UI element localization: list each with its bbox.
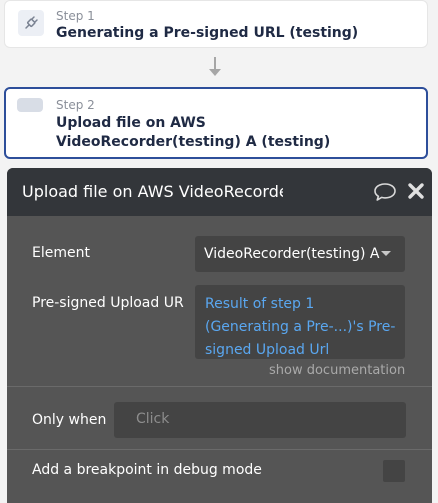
- element-dropdown-value: VideoRecorder(testing) A: [204, 246, 380, 262]
- show-documentation-link[interactable]: show documentation: [269, 363, 405, 378]
- plug-icon: [18, 10, 44, 36]
- breakpoint-checkbox[interactable]: [383, 460, 405, 482]
- step-2-card[interactable]: Step 2 Upload file on AWS VideoRecorder(…: [4, 87, 428, 159]
- presigned-url-label: Pre-signed Upload URL: [32, 295, 184, 311]
- panel-header: Upload file on AWS VideoRecorder(testing…: [7, 168, 432, 216]
- only-when-placeholder: Click: [136, 411, 170, 427]
- step-2-number: Step 2: [56, 98, 95, 112]
- comment-icon[interactable]: [373, 182, 397, 202]
- only-when-condition-input[interactable]: Click: [114, 402, 406, 438]
- element-label: Element: [32, 245, 90, 261]
- step-1-title: Generating a Pre-signed URL (testing): [56, 25, 359, 41]
- only-when-label: Only when: [32, 412, 107, 428]
- arrow-down-icon: [209, 69, 221, 76]
- step-1-number: Step 1: [56, 9, 95, 23]
- action-properties-panel: Upload file on AWS VideoRecorder(testing…: [7, 168, 432, 503]
- close-icon[interactable]: [407, 182, 425, 200]
- section-divider: [7, 386, 432, 387]
- presigned-url-expression-field[interactable]: Result of step 1 (Generating a Pre-...)'…: [195, 285, 405, 359]
- placeholder-icon: [17, 98, 43, 112]
- element-dropdown[interactable]: VideoRecorder(testing) A: [195, 236, 405, 272]
- breakpoint-label: Add a breakpoint in debug mode: [32, 462, 262, 478]
- panel-title: Upload file on AWS VideoRecorder(testing…: [22, 182, 283, 201]
- chevron-down-icon: [381, 251, 391, 256]
- step-2-title: Upload file on AWS VideoRecorder(testing…: [56, 115, 331, 150]
- presigned-url-expression[interactable]: Result of step 1 (Generating a Pre-...)'…: [205, 293, 397, 362]
- section-divider: [7, 449, 432, 450]
- step-1-card[interactable]: Step 1 Generating a Pre-signed URL (test…: [4, 0, 428, 48]
